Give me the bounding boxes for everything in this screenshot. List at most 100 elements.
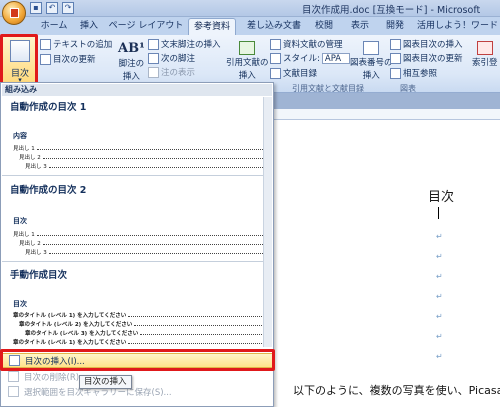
title-bar: ▪ ↶ ↷ 目次作成用.doc [互換モード] - Microsoft [0, 0, 500, 17]
update-table-button[interactable]: 図表目次の更新 [390, 52, 463, 64]
footnote-ab-icon: AB¹ [118, 41, 145, 56]
update-toc-button[interactable]: 目次の更新 [40, 53, 96, 65]
insert-footnote-button[interactable]: AB¹ 脚注の 挿入 [118, 41, 145, 82]
remove-toc-icon [8, 371, 19, 382]
save-selection-menu-item[interactable]: 選択範囲を目次ギャラリーに保存(S)... [2, 384, 274, 399]
update-table-label: 図表目次の更新 [403, 54, 463, 64]
paragraph-mark: ↵ [436, 312, 443, 321]
caption-label-1: 図表番号の [350, 58, 393, 68]
paragraph-mark: ↵ [436, 332, 443, 341]
insert-table-of-figures-button[interactable]: 図表目次の挿入 [390, 38, 463, 50]
gallery-item-subtitle: 内容 [13, 132, 27, 140]
add-text-label: テキストの追加 [53, 40, 113, 50]
tab-page-layout[interactable]: ページ レイアウト [106, 18, 186, 35]
office-logo-icon [10, 8, 19, 18]
tab-home[interactable]: ホーム [36, 18, 72, 35]
caption-label-2: 挿入 [362, 71, 380, 81]
cross-reference-label: 相互参照 [403, 69, 438, 79]
manage-sources-label: 資料文献の管理 [283, 40, 343, 50]
document-heading: 目次 [428, 190, 455, 205]
tab-review[interactable]: 校閲 [307, 18, 341, 35]
tab-references[interactable]: 参考資料 [188, 18, 236, 35]
insert-caption-button[interactable]: 図表番号の 挿入 [350, 41, 393, 81]
show-notes-label: 注の表示 [161, 68, 196, 78]
insert-toc-highlight [0, 349, 275, 371]
paragraph-mark: ↵ [436, 292, 443, 301]
insert-endnote-button[interactable]: 文末脚注の挿入 [148, 38, 221, 50]
mark-index-icon [476, 41, 493, 55]
cross-reference-button[interactable]: 相互参照 [390, 67, 437, 79]
bibliography-icon [270, 67, 281, 79]
gallery-item-title: 自動作成の目次 1 [10, 102, 87, 113]
update-icon [40, 53, 51, 65]
document-body-text: 以下のように、複数の写真を使い、Picasa３という無料の [293, 384, 500, 397]
toc-preview-line: 章のタイトル (レベル 1) を入力してください1 [13, 311, 268, 319]
toc-preview-line: 見出し 11 [13, 230, 268, 238]
footnote-label-1: 脚注の [118, 59, 145, 69]
save-selection-icon [8, 386, 19, 397]
gallery-separator [2, 175, 272, 176]
gallery-scrollbar[interactable] [263, 97, 272, 347]
next-footnote-label: 次の脚注 [161, 54, 196, 64]
paragraph-mark: ↵ [436, 252, 443, 261]
footnote-label-2: 挿入 [122, 72, 140, 82]
save-icon[interactable]: ▪ [30, 2, 42, 14]
citation-label-2: 挿入 [238, 71, 256, 81]
style-value[interactable]: APA [321, 52, 351, 64]
gallery-item-subtitle: 目次 [13, 217, 27, 225]
toc-preview-line: 見出し 31 [25, 248, 268, 256]
citation-label-1: 引用文献の [226, 58, 269, 68]
undo-icon[interactable]: ↶ [46, 2, 58, 14]
remove-toc-label: 目次の削除(R) [24, 372, 80, 383]
caption-icon [363, 41, 380, 55]
citation-icon [239, 41, 256, 55]
tab-insert[interactable]: 挿入 [74, 18, 104, 35]
add-text-icon [40, 38, 51, 50]
show-notes-button[interactable]: 注の表示 [148, 66, 195, 78]
tab-developer[interactable]: 開発 [378, 18, 412, 35]
manage-sources-button[interactable]: 資料文献の管理 [270, 38, 343, 50]
tab-katsuyo[interactable]: 活用しよう！ワード [415, 18, 500, 35]
gallery-item-subtitle: 目次 [13, 300, 27, 308]
toc-preview-line: 章のタイトル (レベル 3) を入力してください3 [25, 329, 268, 337]
remove-toc-menu-item[interactable]: 目次の削除(R) [2, 369, 274, 384]
gallery-separator [2, 261, 272, 262]
insert-toc-tooltip: 目次の挿入 [79, 375, 132, 389]
cross-reference-icon [390, 67, 401, 79]
endnote-icon [148, 38, 159, 50]
tab-mailings[interactable]: 差し込み文書 [242, 18, 306, 35]
text-cursor [438, 207, 439, 219]
toc-button-highlight [0, 34, 38, 85]
horizontal-ruler [268, 109, 500, 120]
quick-access-toolbar: ▪ ↶ ↷ [30, 2, 74, 14]
document-page[interactable] [268, 120, 500, 407]
toc-preview-line: 見出し 21 [19, 153, 268, 161]
tab-view[interactable]: 表示 [342, 18, 378, 35]
gallery-item-title: 手動作成目次 [10, 270, 68, 281]
style-select[interactable]: スタイル: APA [270, 52, 351, 64]
add-text-button[interactable]: テキストの追加 [40, 38, 112, 50]
style-label: スタイル: [283, 54, 320, 64]
paragraph-mark: ↵ [436, 232, 443, 241]
mark-index-button[interactable]: 索引登 [472, 41, 498, 68]
bibliography-label: 文献目録 [283, 69, 318, 79]
office-button[interactable] [2, 1, 26, 25]
style-icon [270, 52, 281, 64]
toc-preview-line: 章のタイトル (レベル 1) を入力してください4 [13, 338, 268, 346]
table-of-figures-icon [390, 38, 401, 50]
paragraph-mark: ↵ [436, 352, 443, 361]
toc-preview-line: 見出し 11 [13, 144, 268, 152]
window-title: 目次作成用.doc [互換モード] - Microsoft [302, 5, 481, 16]
paragraph-mark: ↵ [436, 272, 443, 281]
next-footnote-button[interactable]: 次の脚注 [148, 52, 195, 64]
insert-citation-button[interactable]: 引用文献の 挿入 [226, 41, 269, 81]
toc-preview-line: 見出し 21 [19, 239, 268, 247]
gallery-item-title: 自動作成の目次 2 [10, 185, 87, 196]
redo-icon[interactable]: ↷ [62, 2, 74, 14]
update-toc-label: 目次の更新 [53, 55, 96, 65]
bibliography-button[interactable]: 文献目録 [270, 67, 317, 79]
show-notes-icon [148, 66, 159, 78]
next-footnote-icon [148, 52, 159, 64]
gallery-header: 組み込み [2, 84, 272, 96]
endnote-label: 文末脚注の挿入 [161, 40, 221, 50]
